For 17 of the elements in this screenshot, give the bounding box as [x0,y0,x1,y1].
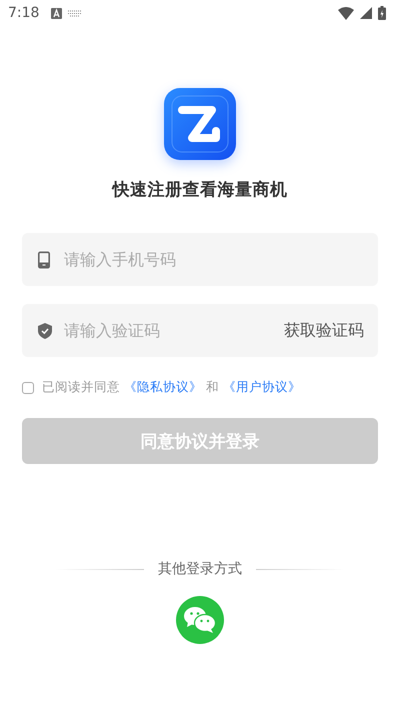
agreement-text: 已阅读并同意 《隐私协议》 和 《用户协议》 [42,379,301,396]
status-time: 7:18 [8,5,40,21]
signal-icon [360,7,372,19]
wifi-icon [338,6,354,20]
chat-bubbles-icon [184,607,216,633]
agree-checkbox[interactable] [22,382,34,394]
other-login-label: 其他登录方式 [158,560,242,578]
keyboard-icon [68,10,82,16]
battery-icon [378,6,386,20]
chat-login-button[interactable] [176,596,224,644]
agreement-link[interactable]: 《隐私协议》 [124,379,202,394]
get-code-button[interactable]: 获取验证码 [284,320,364,341]
app-logo [164,88,236,160]
agreement-link[interactable]: 《用户协议》 [222,379,301,394]
phone-field[interactable]: 请输入手机号码 [22,233,378,286]
page-title: 快速注册查看海量商机 [112,179,288,201]
text-input-icon [51,8,62,18]
